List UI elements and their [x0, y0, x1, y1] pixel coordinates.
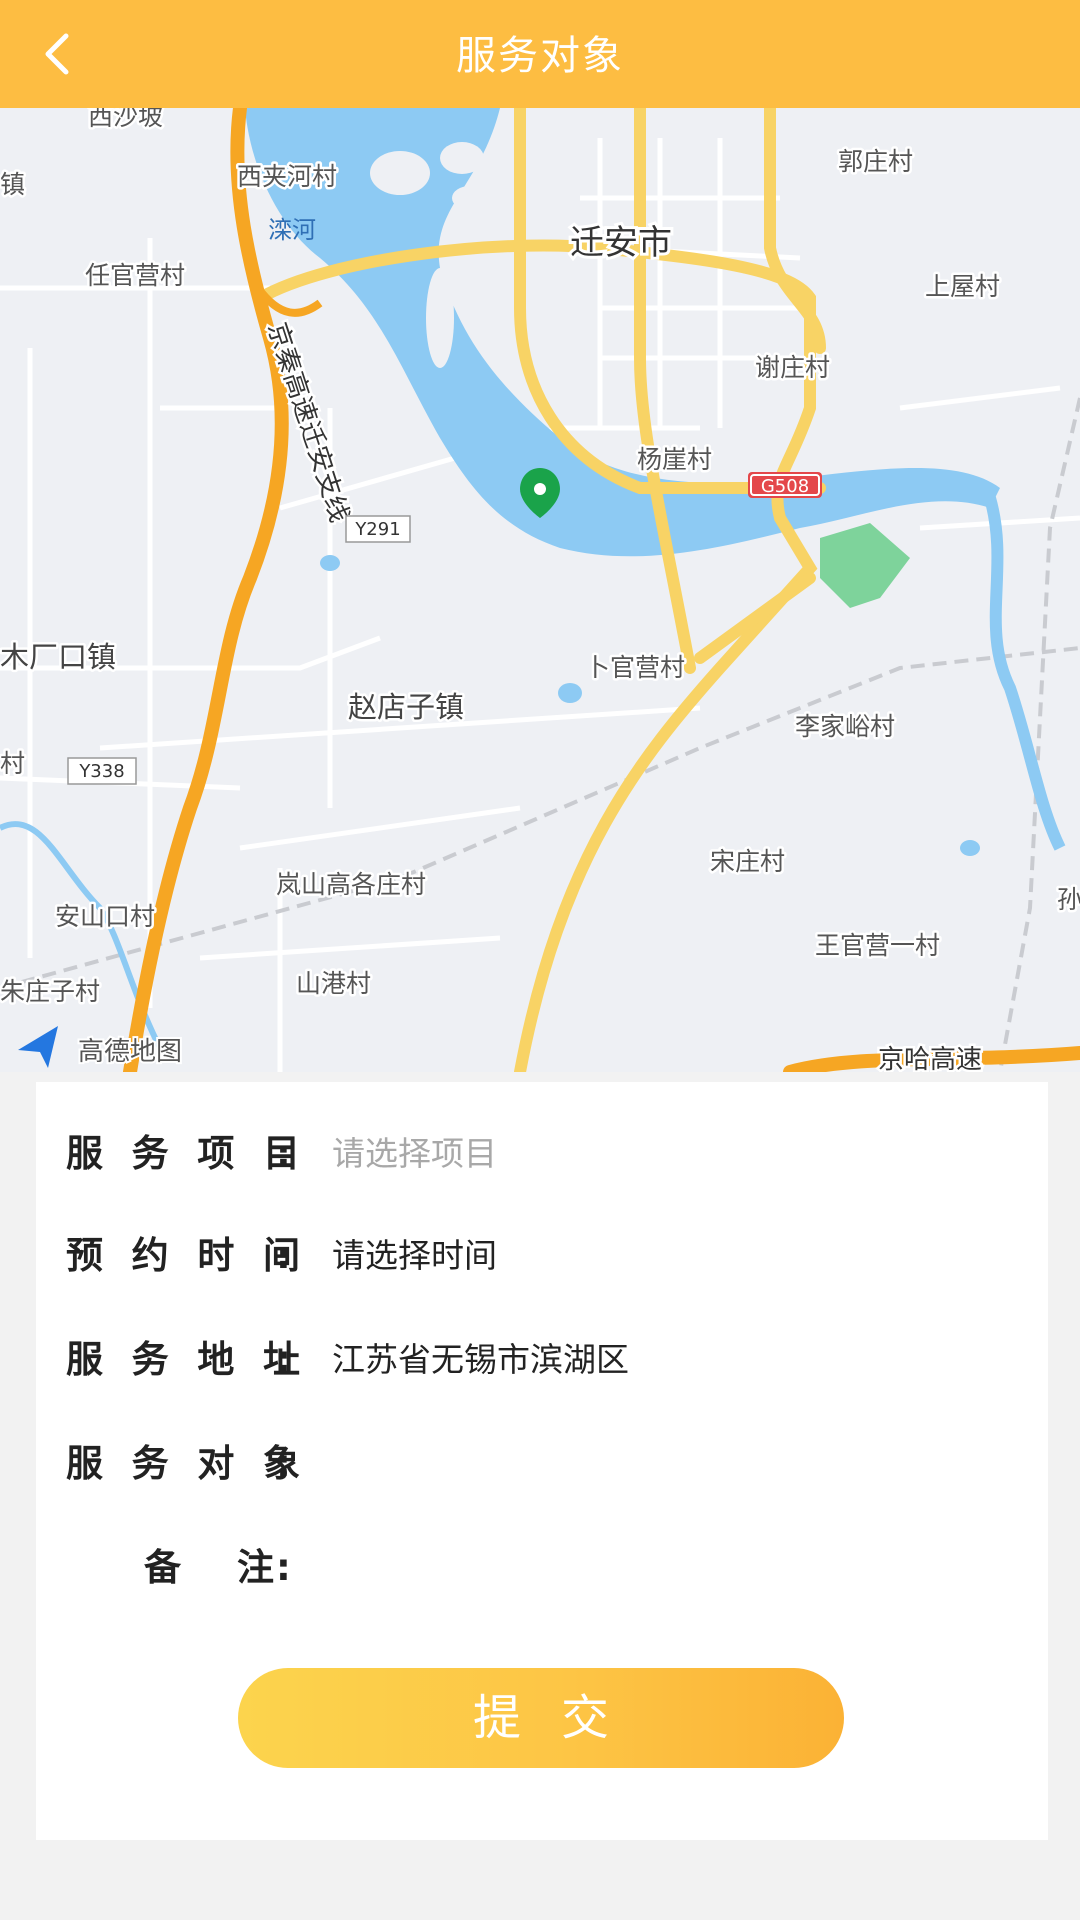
- map-label-highway: 京哈高速: [878, 1045, 982, 1072]
- colon: :: [276, 1234, 291, 1277]
- service-item-row[interactable]: 服务项目 : 请选择项目: [36, 1114, 1048, 1194]
- map-label: 郭庄村: [838, 147, 913, 176]
- colon: :: [276, 1546, 291, 1589]
- colon: :: [276, 1442, 291, 1485]
- service-form: 服务项目 : 请选择项目 预约时间 : 请选择时间 服务地址 : 江苏省无锡市滨…: [36, 1082, 1048, 1840]
- service-address-label: 服务地址: [66, 1338, 300, 1381]
- map-label: 杨崖村: [637, 445, 712, 474]
- top-nav-bar: 服务对象: [0, 0, 1080, 108]
- submit-button[interactable]: 提交: [238, 1668, 844, 1768]
- map-label-river: 滦河: [268, 216, 316, 244]
- service-target-label: 服务对象: [66, 1442, 300, 1485]
- map-label: 宋庄村: [710, 847, 785, 876]
- map-provider-name: 高德地图: [78, 1037, 182, 1067]
- appointment-time-label: 预约时间: [66, 1234, 300, 1277]
- map-label-city: 迁安市: [570, 223, 672, 263]
- service-item-label: 服务项目: [66, 1132, 300, 1175]
- remark-label: 备注: [144, 1546, 274, 1589]
- map-label: 王官营一村: [815, 931, 940, 960]
- service-address-row[interactable]: 服务地址 : 江苏省无锡市滨湖区: [36, 1320, 1048, 1400]
- service-target-row[interactable]: 服务对象 :: [36, 1424, 1048, 1504]
- colon: :: [276, 1132, 291, 1175]
- colon: :: [276, 1338, 291, 1381]
- map-label: 李家峪村: [795, 712, 895, 741]
- map-label: 西夹河村: [237, 162, 337, 191]
- road-shield-y291: Y291: [354, 519, 400, 540]
- map-label: 卜官营村: [585, 653, 685, 682]
- map-label: 孙: [1057, 885, 1080, 914]
- map-label: 朱庄子村: [0, 977, 100, 1006]
- map-label: 木厂口镇: [0, 640, 116, 674]
- road-shield-g508: G508: [761, 476, 809, 497]
- map-label: 岚山高各庄村: [276, 870, 426, 899]
- map-label: 上屋村: [925, 272, 1000, 301]
- appointment-time-row[interactable]: 预约时间 : 请选择时间: [36, 1216, 1048, 1296]
- appointment-time-select[interactable]: 请选择时间: [332, 1216, 497, 1296]
- map-label: 村: [0, 749, 25, 778]
- service-item-select[interactable]: 请选择项目: [332, 1114, 497, 1194]
- map-label: 谢庄村: [755, 353, 830, 382]
- map-label: 西沙坡: [88, 108, 163, 131]
- remark-row[interactable]: 备注 :: [36, 1528, 1048, 1608]
- service-address-value[interactable]: 江苏省无锡市滨湖区: [332, 1320, 629, 1400]
- map-label: 山港村: [296, 969, 371, 998]
- map-label: 镇: [0, 170, 25, 199]
- map-label: 安山口村: [55, 902, 155, 931]
- map-label: 任官营村: [85, 261, 185, 290]
- map-view[interactable]: 西沙坡 镇 西夹河村 郭庄村 任官营村 上屋村 谢庄村 杨崖村 卜官营村 李家峪…: [0, 108, 1080, 1072]
- map-label: 赵店子镇: [348, 690, 464, 724]
- road-shield-y338: Y338: [78, 761, 124, 782]
- page-title: 服务对象: [456, 33, 624, 79]
